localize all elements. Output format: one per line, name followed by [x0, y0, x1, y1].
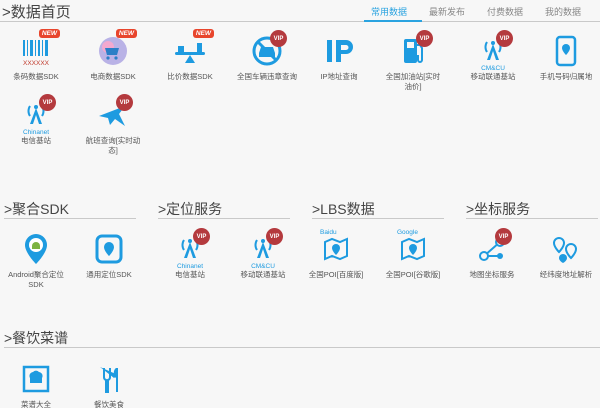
- carrier-label: Chinanet: [176, 263, 204, 270]
- barcode-digits: XXXXXX: [22, 60, 49, 67]
- tab-paid[interactable]: 付费数据: [476, 4, 534, 21]
- section-title-food: >餐饮菜谱: [4, 330, 69, 346]
- item-label: 移动联通基站: [240, 270, 286, 279]
- item-vehicle-violation[interactable]: VIP 全国车辆违章查询: [231, 30, 303, 82]
- chef-hat-icon: [14, 361, 58, 397]
- item-label: 电商数据SDK: [90, 72, 136, 81]
- airplane-icon: VIP: [91, 94, 135, 133]
- page-title: >数据首页: [2, 4, 71, 21]
- tab-bar: 常用数据 最新发布 付费数据 我的数据: [360, 4, 592, 21]
- item-mobile-base-station[interactable]: CM&CU VIP 移动联通基站: [457, 30, 529, 82]
- item-label: 菜谱大全: [21, 400, 51, 408]
- item-ecommerce[interactable]: NEW 电商数据SDK: [77, 29, 149, 82]
- carrier-label: Chinanet: [22, 129, 50, 136]
- item-android-sdk[interactable]: Android聚合定位SDK: [0, 231, 72, 290]
- nodes-icon: VIP: [470, 228, 514, 267]
- item-poi-baidu[interactable]: Baidu 全国POI[百度版]: [300, 229, 372, 280]
- item-label: 全国加油站[实时油价]: [385, 72, 441, 91]
- item-poi-google[interactable]: Google 全国POI[谷歌版]: [377, 229, 449, 280]
- section-title-lbs: >LBS数据: [312, 201, 375, 217]
- vip-badge: VIP: [416, 30, 433, 47]
- item-label: 全国POI[百度版]: [308, 270, 364, 279]
- map-pin-icon: Google: [391, 229, 435, 267]
- item-label: 餐饮美食: [94, 400, 124, 408]
- fork-knife-icon: [87, 361, 131, 397]
- provider-label: Baidu: [320, 229, 337, 236]
- item-label: IP地址查询: [320, 72, 358, 81]
- vip-badge: VIP: [39, 94, 56, 111]
- item-price-compare[interactable]: NEW 比价数据SDK: [154, 29, 226, 82]
- ip-icon: [317, 33, 361, 69]
- item-recipe[interactable]: 菜谱大全: [0, 361, 72, 408]
- antenna-icon: Chinanet VIP: [14, 94, 58, 136]
- item-label: 航班查询[实时动态]: [85, 136, 141, 155]
- tab-my-data[interactable]: 我的数据: [534, 4, 592, 21]
- item-label: 全国POI[谷歌版]: [385, 270, 441, 279]
- item-barcode[interactable]: XXXXXX NEW 条码数据SDK: [0, 29, 72, 82]
- item-gas-station[interactable]: VIP 全国加油站[实时油价]: [377, 30, 449, 92]
- item-label: Android聚合定位SDK: [8, 270, 64, 289]
- item-label: 比价数据SDK: [167, 72, 213, 81]
- active-tab-underline: [364, 20, 422, 22]
- section-title-location: >定位服务: [158, 201, 223, 217]
- item-latlng[interactable]: 经纬度地址解析: [530, 231, 600, 280]
- map-pin-frame-icon: [87, 231, 131, 267]
- vip-badge: VIP: [193, 228, 210, 245]
- item-label: 条码数据SDK: [13, 72, 59, 81]
- divider: [4, 218, 136, 219]
- antenna-icon: Chinanet VIP: [168, 228, 212, 270]
- item-label: 移动联通基站: [470, 72, 516, 81]
- tab-latest[interactable]: 最新发布: [418, 4, 476, 21]
- divider: [158, 218, 290, 219]
- divider: [312, 218, 444, 219]
- vip-badge: VIP: [116, 94, 133, 111]
- seesaw-icon: NEW: [168, 29, 214, 69]
- divider: [0, 21, 600, 22]
- antenna-icon: CM&CU VIP: [471, 30, 515, 72]
- new-badge: NEW: [115, 29, 137, 38]
- item-phone-location[interactable]: 手机号码归属地: [530, 33, 600, 82]
- car-forbidden-icon: VIP: [245, 30, 289, 69]
- item-ip-lookup[interactable]: IP地址查询: [303, 33, 375, 82]
- phone-pin-icon: [544, 33, 588, 69]
- section-title-coords: >坐标服务: [466, 201, 531, 217]
- shopping-cart-icon: NEW: [91, 29, 137, 69]
- item-label: 全国车辆违章查询: [237, 72, 297, 81]
- new-badge: NEW: [192, 29, 214, 38]
- carrier-label: CM&CU: [481, 65, 505, 72]
- item-label: 通用定位SDK: [86, 270, 132, 279]
- item-general-sdk[interactable]: 通用定位SDK: [73, 231, 145, 280]
- new-badge: NEW: [38, 29, 60, 38]
- map-pin-icon: Baidu: [314, 229, 358, 267]
- multi-pin-icon: [544, 231, 588, 267]
- vip-badge: VIP: [496, 30, 513, 47]
- vip-badge: VIP: [266, 228, 283, 245]
- item-flight[interactable]: VIP 航班查询[实时动态]: [77, 94, 149, 156]
- gas-pump-icon: VIP: [391, 30, 435, 69]
- item-telecom-base-station[interactable]: Chinanet VIP 电信基站: [0, 94, 72, 146]
- item-loc-telecom[interactable]: Chinanet VIP 电信基站: [154, 228, 226, 280]
- provider-label: Google: [397, 229, 418, 236]
- vip-badge: VIP: [495, 228, 512, 245]
- item-label: 电信基站: [21, 136, 51, 145]
- android-pin-icon: [14, 231, 58, 267]
- item-label: 经纬度地址解析: [539, 270, 593, 279]
- item-label: 手机号码归属地: [539, 72, 593, 81]
- divider: [4, 347, 600, 348]
- item-catering[interactable]: 餐饮美食: [73, 361, 145, 408]
- carrier-label: CM&CU: [251, 263, 275, 270]
- tab-common-data[interactable]: 常用数据: [360, 4, 418, 21]
- section-title-juhe-sdk: >聚合SDK: [4, 201, 69, 217]
- item-map-coord[interactable]: VIP 地图坐标服务: [456, 228, 528, 280]
- vip-badge: VIP: [270, 30, 287, 47]
- item-label: 地图坐标服务: [469, 270, 515, 279]
- barcode-icon: XXXXXX NEW: [14, 29, 60, 69]
- item-loc-mobile[interactable]: CM&CU VIP 移动联通基站: [227, 228, 299, 280]
- divider: [466, 218, 598, 219]
- item-label: 电信基站: [175, 270, 205, 279]
- antenna-icon: CM&CU VIP: [241, 228, 285, 270]
